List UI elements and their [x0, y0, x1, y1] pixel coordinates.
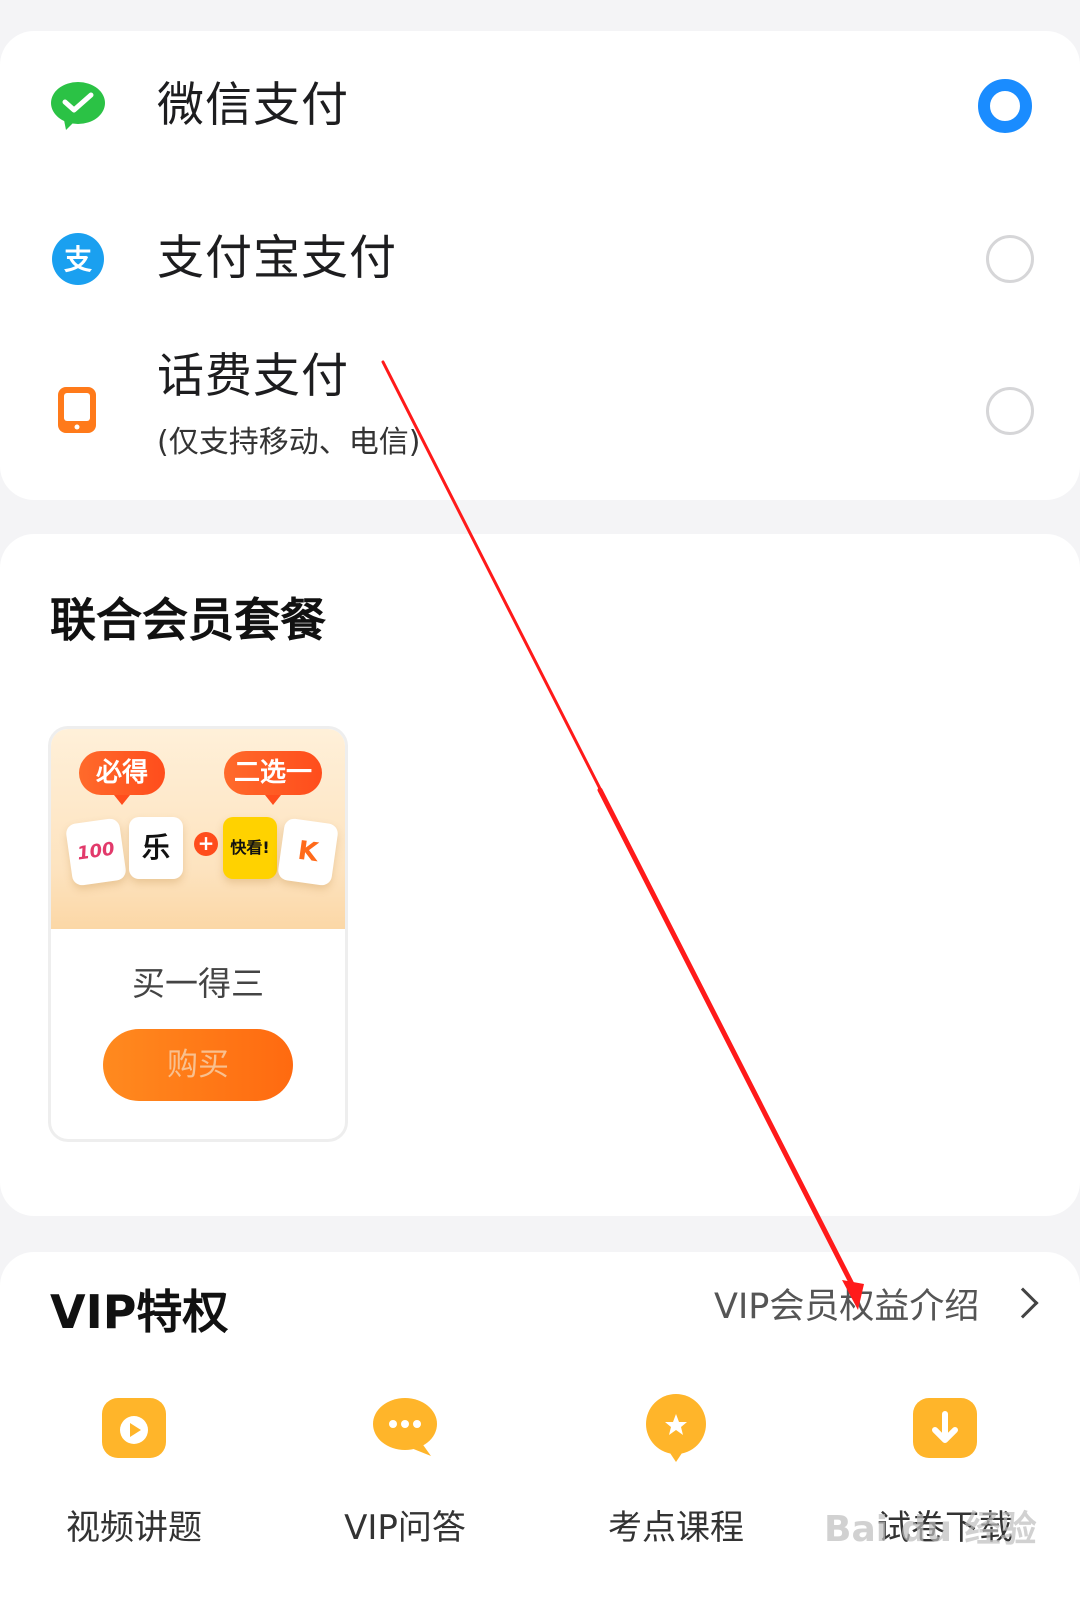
feature-video-explain[interactable]: 视频讲题 — [34, 1392, 234, 1549]
chevron-right-icon[interactable] — [1007, 1287, 1039, 1319]
feature-vip-qa[interactable]: VIP问答 — [305, 1392, 505, 1549]
radio-selected[interactable] — [978, 79, 1032, 133]
video-icon — [102, 1398, 166, 1458]
payment-option-wechat[interactable]: 微信支付 — [0, 78, 1080, 134]
feature-key-point-course[interactable]: 考点课程 — [576, 1392, 776, 1549]
payment-option-label: 话费支付 — [157, 349, 349, 404]
payment-option-note: (仅支持移动、电信) — [157, 425, 421, 460]
phone-icon — [58, 387, 96, 433]
section-title: 联合会员套餐 — [50, 593, 326, 647]
page: 微信支付 支 支付宝支付 话费支付 (仅支持移动、电信) 联合会员套餐 必得 二… — [0, 0, 1080, 1615]
combo-banner: 必得 二选一 100 乐 + 快看! K — [51, 729, 345, 929]
app-100-icon: 100 — [64, 817, 128, 887]
payment-option-label: 微信支付 — [157, 78, 349, 133]
feature-label: 考点课程 — [608, 1508, 744, 1548]
tag-must-get: 必得 — [79, 751, 165, 805]
watermark: Bai du 经验 — [824, 1509, 1037, 1550]
section-title: VIP特权 — [50, 1285, 229, 1339]
payment-method-card: 微信支付 支 支付宝支付 话费支付 (仅支持移动、电信) — [0, 31, 1080, 500]
feature-label: 视频讲题 — [66, 1508, 202, 1548]
star-icon — [646, 1394, 706, 1462]
vip-privileges-card: VIP特权 VIP会员权益介绍 视频讲题 VIP问答 考点课程 试卷下载 — [0, 1252, 1080, 1615]
vip-intro-link[interactable]: VIP会员权益介绍 — [714, 1278, 979, 1329]
payment-option-phone-bill[interactable]: 话费支付 (仅支持移动、电信) — [0, 349, 1080, 479]
radio-unselected[interactable] — [986, 387, 1034, 435]
combo-package-item[interactable]: 必得 二选一 100 乐 + 快看! K 买一得三 购买 — [48, 726, 348, 1142]
wechat-icon — [51, 82, 105, 130]
combo-name: 买一得三 — [132, 964, 264, 1003]
plus-icon: + — [194, 832, 218, 856]
payment-option-label: 支付宝支付 — [157, 231, 397, 286]
alipay-icon: 支 — [52, 233, 104, 285]
combo-package-card: 联合会员套餐 必得 二选一 100 乐 + 快看! K 买一得三 购买 — [0, 534, 1080, 1216]
buy-button[interactable]: 购买 — [103, 1029, 293, 1101]
download-icon — [913, 1398, 977, 1458]
tag-pick-one: 二选一 — [224, 751, 322, 805]
svg-text:支: 支 — [64, 243, 92, 276]
radio-unselected[interactable] — [986, 235, 1034, 283]
app-kuaikan-icon: 快看! — [223, 817, 277, 879]
payment-option-alipay[interactable]: 支 支付宝支付 — [0, 231, 1080, 287]
chat-icon — [373, 1398, 437, 1456]
feature-label: VIP问答 — [344, 1508, 466, 1548]
app-k-icon: K — [276, 817, 340, 887]
app-le-icon: 乐 — [129, 817, 183, 879]
